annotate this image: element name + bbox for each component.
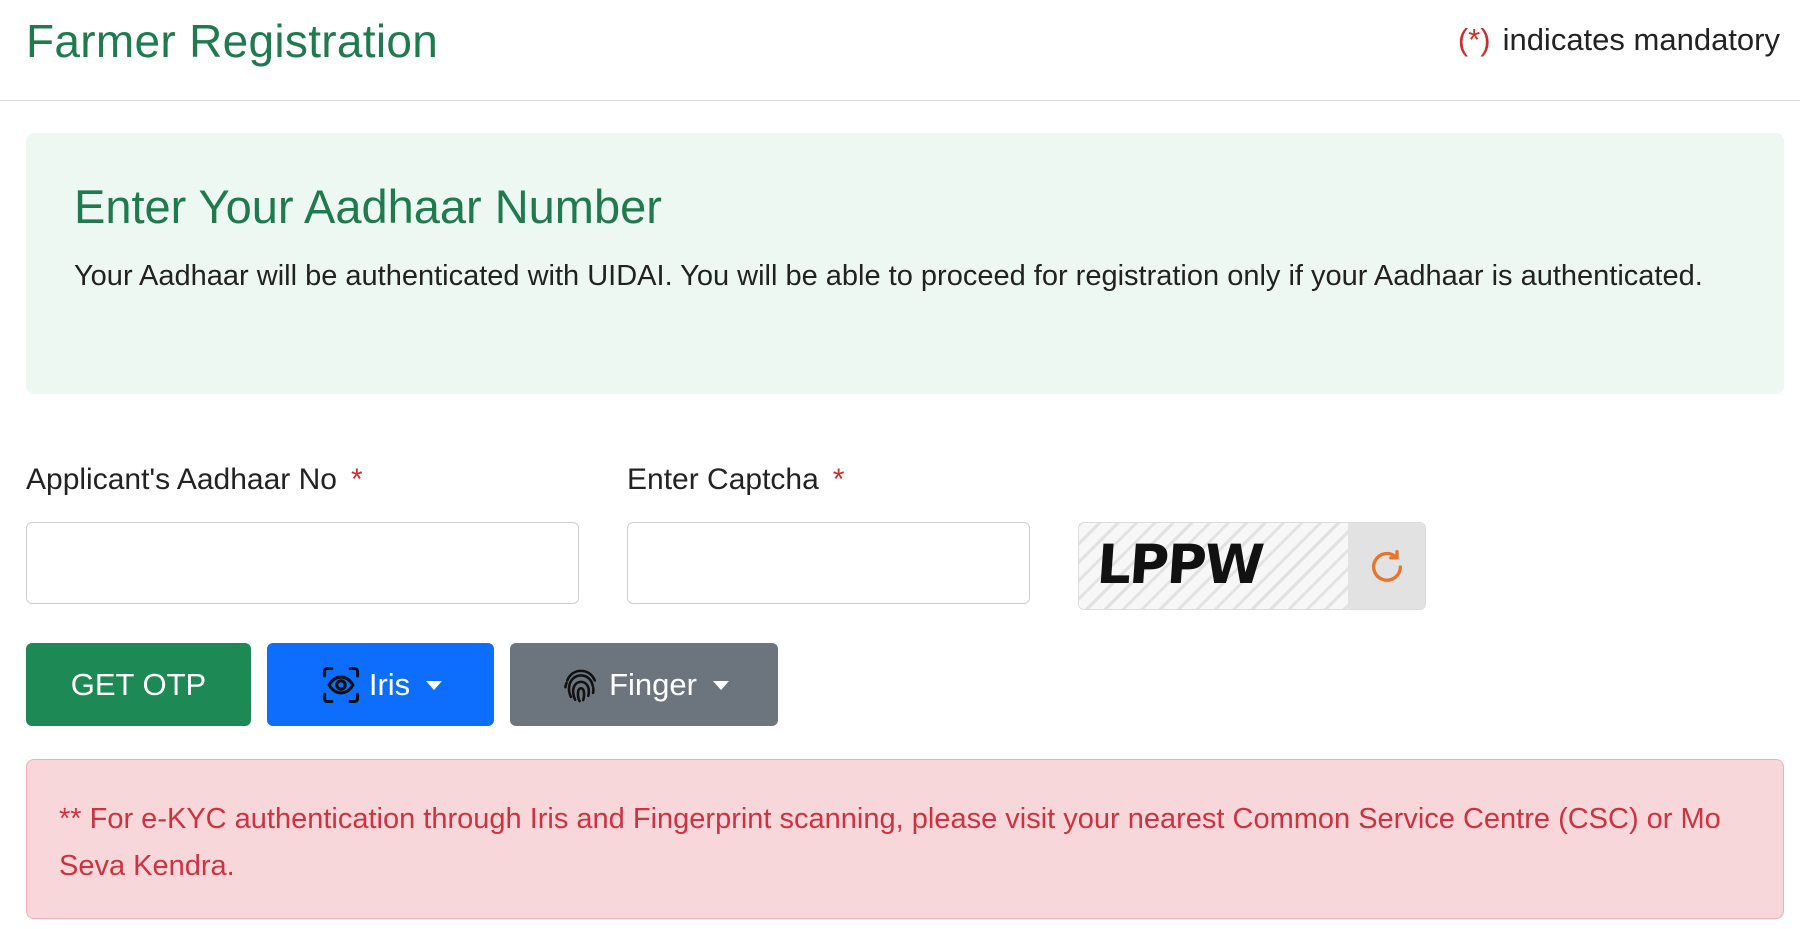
alert-text: ** For e-KYC authentication through Iris… bbox=[59, 803, 1721, 882]
fingerprint-icon bbox=[559, 663, 603, 707]
captcha-code: LPPW bbox=[1094, 533, 1265, 596]
ekyc-alert: ** For e-KYC authentication through Iris… bbox=[26, 759, 1784, 919]
captcha-refresh-button[interactable] bbox=[1348, 523, 1425, 609]
info-text: Your Aadhaar will be authenticated with … bbox=[74, 260, 1703, 292]
captcha-input[interactable] bbox=[627, 522, 1030, 604]
iris-button-label: Iris bbox=[368, 666, 411, 702]
mandatory-mark: (*) bbox=[1457, 22, 1491, 57]
aadhaar-info-panel: Enter Your Aadhaar Number Your Aadhaar w… bbox=[26, 133, 1784, 394]
captcha-label-text: Enter Captcha bbox=[627, 463, 819, 496]
page-header: Farmer Registration (*) indicates mandato… bbox=[0, 0, 1800, 101]
info-title: Enter Your Aadhaar Number bbox=[74, 180, 662, 233]
aadhaar-label: Applicant's Aadhaar No * bbox=[26, 463, 363, 497]
mandatory-note: (*) indicates mandatory bbox=[1458, 22, 1780, 58]
captcha-image: LPPW bbox=[1079, 523, 1350, 609]
refresh-icon bbox=[1371, 549, 1402, 582]
captcha-label: Enter Captcha * bbox=[627, 463, 844, 497]
get-otp-button[interactable]: GET OTP bbox=[26, 643, 251, 726]
page-title: Farmer Registration bbox=[26, 15, 439, 67]
mandatory-text: indicates mandatory bbox=[1502, 22, 1780, 57]
chevron-down-icon bbox=[426, 681, 443, 690]
iris-button[interactable]: Iris bbox=[267, 643, 494, 726]
aadhaar-input[interactable] bbox=[26, 522, 579, 604]
captcha-required-mark: * bbox=[832, 463, 845, 496]
aadhaar-required-mark: * bbox=[350, 463, 363, 496]
chevron-down-icon bbox=[712, 681, 729, 690]
eye-scan-icon bbox=[319, 663, 363, 707]
aadhaar-label-text: Applicant's Aadhaar No bbox=[26, 463, 337, 496]
captcha-box: LPPW bbox=[1078, 522, 1426, 610]
finger-button-label: Finger bbox=[609, 666, 697, 702]
finger-button[interactable]: Finger bbox=[510, 643, 778, 726]
